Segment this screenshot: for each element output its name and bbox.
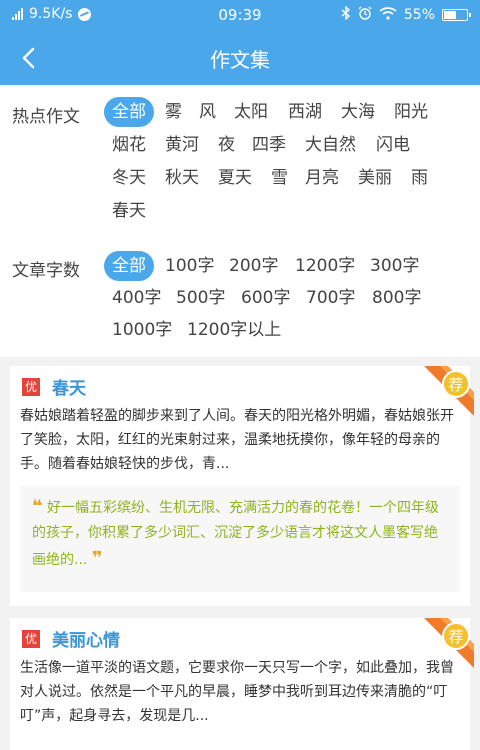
close-quote-icon: ❞	[91, 548, 103, 569]
excellent-tag: 优	[22, 630, 40, 648]
recommend-badge-text: 荐	[448, 628, 463, 646]
chip-hot[interactable]: 夜	[210, 130, 243, 160]
chip-count[interactable]: 1000字	[104, 315, 180, 345]
chip-count[interactable]: 400字	[104, 283, 169, 313]
chip-count[interactable]: 500字	[168, 283, 233, 313]
chip-hot[interactable]: 西湖	[280, 97, 330, 127]
battery-percent: 55%	[403, 7, 435, 23]
chip-hot[interactable]: 四季	[244, 130, 294, 160]
chip-hot[interactable]: 太阳	[226, 97, 276, 127]
chip-count[interactable]: 1200字	[287, 251, 363, 281]
chip-hot[interactable]: 冬天	[104, 163, 154, 193]
chip-count[interactable]: 800字	[364, 283, 429, 313]
article-title: 美丽心情	[52, 631, 120, 651]
chip-hot[interactable]: 美丽	[350, 163, 400, 193]
bluetooth-icon	[341, 5, 351, 24]
chip-hot[interactable]: 月亮	[297, 163, 347, 193]
wifi-icon	[379, 6, 397, 24]
title-bar: 作文集	[0, 30, 480, 85]
chip-count[interactable]: 100字	[157, 251, 222, 281]
chip-hot-all[interactable]: 全部	[104, 97, 154, 127]
article-card[interactable]: 优 美丽心情 荐 生活像一道平淡的语文题，它要求你一天只写一个字，如此叠加，我曾…	[10, 618, 474, 750]
battery-icon	[442, 9, 471, 21]
chip-hot[interactable]: 大自然	[297, 130, 364, 160]
chip-hot[interactable]: 秋天	[157, 163, 207, 193]
chip-hot[interactable]: 阳光	[386, 97, 436, 127]
chip-count[interactable]: 700字	[298, 283, 363, 313]
page-title: 作文集	[210, 48, 270, 72]
chip-hot[interactable]: 闪电	[368, 130, 418, 160]
status-bar: 9.5K/s 09:39 55%	[0, 0, 480, 30]
chip-hot[interactable]: 黄河	[157, 130, 207, 160]
chip-count[interactable]: 300字	[362, 251, 427, 281]
chip-hot[interactable]: 烟花	[104, 130, 154, 160]
chip-hot[interactable]: 大海	[333, 97, 383, 127]
chip-count-all[interactable]: 全部	[104, 251, 154, 281]
chip-hot[interactable]: 雨	[403, 163, 436, 193]
recommend-badge-text: 荐	[448, 376, 463, 394]
hot-topics-label: 热点作文	[12, 107, 80, 127]
article-title: 春天	[52, 379, 86, 399]
chip-hot[interactable]: 春天	[104, 196, 154, 226]
chip-hot[interactable]: 雪	[263, 163, 296, 193]
chip-hot[interactable]: 雾	[157, 97, 190, 127]
excellent-tag: 优	[22, 378, 40, 396]
status-right: 55%	[341, 5, 471, 24]
teacher-comment: ❝ 好一幅五彩缤纷、生机无限、充满活力的春的花卷！一个四年级的孩子，你积累了多少…	[20, 486, 460, 592]
alarm-icon	[358, 6, 372, 24]
chip-hot[interactable]: 夏天	[210, 163, 260, 193]
chip-count[interactable]: 200字	[221, 251, 286, 281]
filter-panel: 热点作文 全部 雾 风 太阳 西湖 大海 阳光 烟花 黄河 夜 四季 大自然 闪…	[0, 85, 480, 357]
word-count-label: 文章字数	[12, 261, 80, 281]
chip-count[interactable]: 1200字以上	[179, 315, 289, 345]
open-quote-icon: ❝	[32, 496, 43, 517]
chip-count[interactable]: 600字	[233, 283, 298, 313]
article-excerpt: 春姑娘踏着轻盈的脚步来到了人间。春天的阳光格外明媚，春姑娘张开了笑脸，太阳，红红…	[20, 408, 454, 472]
article-excerpt: 生活像一道平淡的语文题，它要求你一天只写一个字，如此叠加，我曾对人说过。依然是一…	[20, 660, 454, 724]
chip-hot[interactable]: 风	[191, 97, 224, 127]
article-card[interactable]: 优 春天 荐 春姑娘踏着轻盈的脚步来到了人间。春天的阳光格外明媚，春姑娘张开了笑…	[10, 366, 474, 606]
